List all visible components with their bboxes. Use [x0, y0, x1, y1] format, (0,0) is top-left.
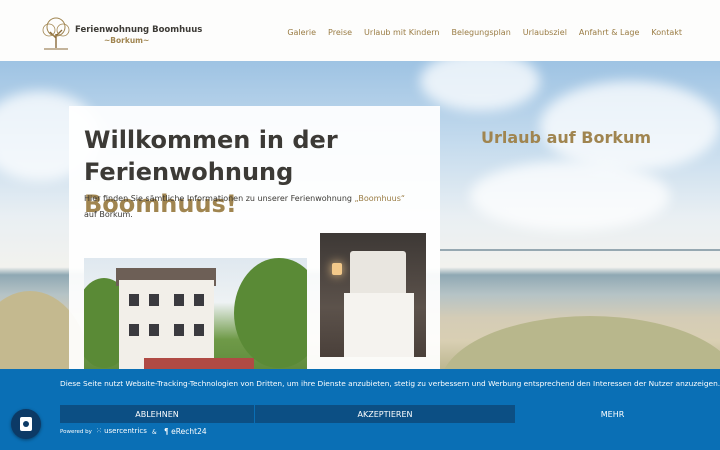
welcome-card: Willkommen in der Ferienwohnung Boomhuus…	[69, 106, 440, 406]
cloud	[470, 161, 670, 231]
decline-button[interactable]: ABLEHNEN	[60, 405, 254, 423]
cloud	[420, 61, 540, 111]
more-button[interactable]: MEHR	[515, 405, 710, 423]
nav-urlaub-mit-kindern[interactable]: Urlaub mit Kindern	[364, 28, 439, 37]
fingerprint-icon	[20, 417, 32, 431]
nav-galerie[interactable]: Galerie	[287, 28, 316, 37]
nav-belegungsplan[interactable]: Belegungsplan	[451, 28, 510, 37]
window	[129, 324, 139, 336]
lamp	[332, 263, 342, 275]
side-heading: Urlaub auf Borkum	[481, 128, 652, 147]
window	[194, 294, 204, 306]
bed-sheet	[344, 293, 414, 357]
bedroom-photo	[320, 233, 426, 357]
window	[149, 324, 159, 336]
accept-button[interactable]: AKZEPTIEREN	[255, 405, 515, 423]
ampersand: &	[152, 429, 157, 436]
nav-anfahrt-lage[interactable]: Anfahrt & Lage	[579, 28, 639, 37]
privacy-settings-button[interactable]	[11, 409, 41, 439]
intro-text-plain: Hier finden Sie sämtliche Informationen …	[84, 194, 355, 203]
window	[149, 294, 159, 306]
intro-text-accent: „Boomhuus“	[354, 194, 405, 203]
window	[194, 324, 204, 336]
nav-kontakt[interactable]: Kontakt	[651, 28, 682, 37]
window	[174, 324, 184, 336]
logo-title: Ferienwohnung Boomhuus	[75, 25, 203, 35]
site-logo[interactable]: Ferienwohnung Boomhuus ~Borkum~	[38, 16, 202, 50]
logo-subtitle: ~Borkum~	[104, 36, 150, 45]
horizon	[440, 249, 720, 251]
cloud	[540, 81, 720, 171]
tree	[234, 258, 307, 368]
cookie-banner: Diese Seite nutzt Website-Tracking-Techn…	[0, 369, 720, 450]
erecht24-text: eRecht24	[171, 427, 207, 436]
usercentrics-logo[interactable]: ⁙ usercentrics	[96, 427, 147, 435]
main-navigation: Galerie Preise Urlaub mit Kindern Belegu…	[275, 28, 682, 37]
window	[129, 294, 139, 306]
site-header: Ferienwohnung Boomhuus ~Borkum~ Galerie …	[0, 0, 720, 62]
intro-text-end: auf Borkum.	[84, 210, 133, 219]
usercentrics-text: usercentrics	[104, 427, 147, 435]
title-line-1: Willkommen in der	[84, 126, 338, 154]
cookie-text: Diese Seite nutzt Website-Tracking-Techn…	[60, 379, 720, 388]
tree-logo-icon	[42, 17, 70, 50]
window	[174, 294, 184, 306]
intro-text: Hier finden Sie sämtliche Informationen …	[84, 191, 414, 223]
nav-preise[interactable]: Preise	[328, 28, 352, 37]
title-line-2: Ferienwohnung	[84, 158, 294, 186]
erecht24-logo[interactable]: ¶ eRecht24	[164, 427, 207, 436]
powered-by-label: Powered by	[60, 429, 92, 435]
nav-urlaubsziel[interactable]: Urlaubsziel	[523, 28, 567, 37]
